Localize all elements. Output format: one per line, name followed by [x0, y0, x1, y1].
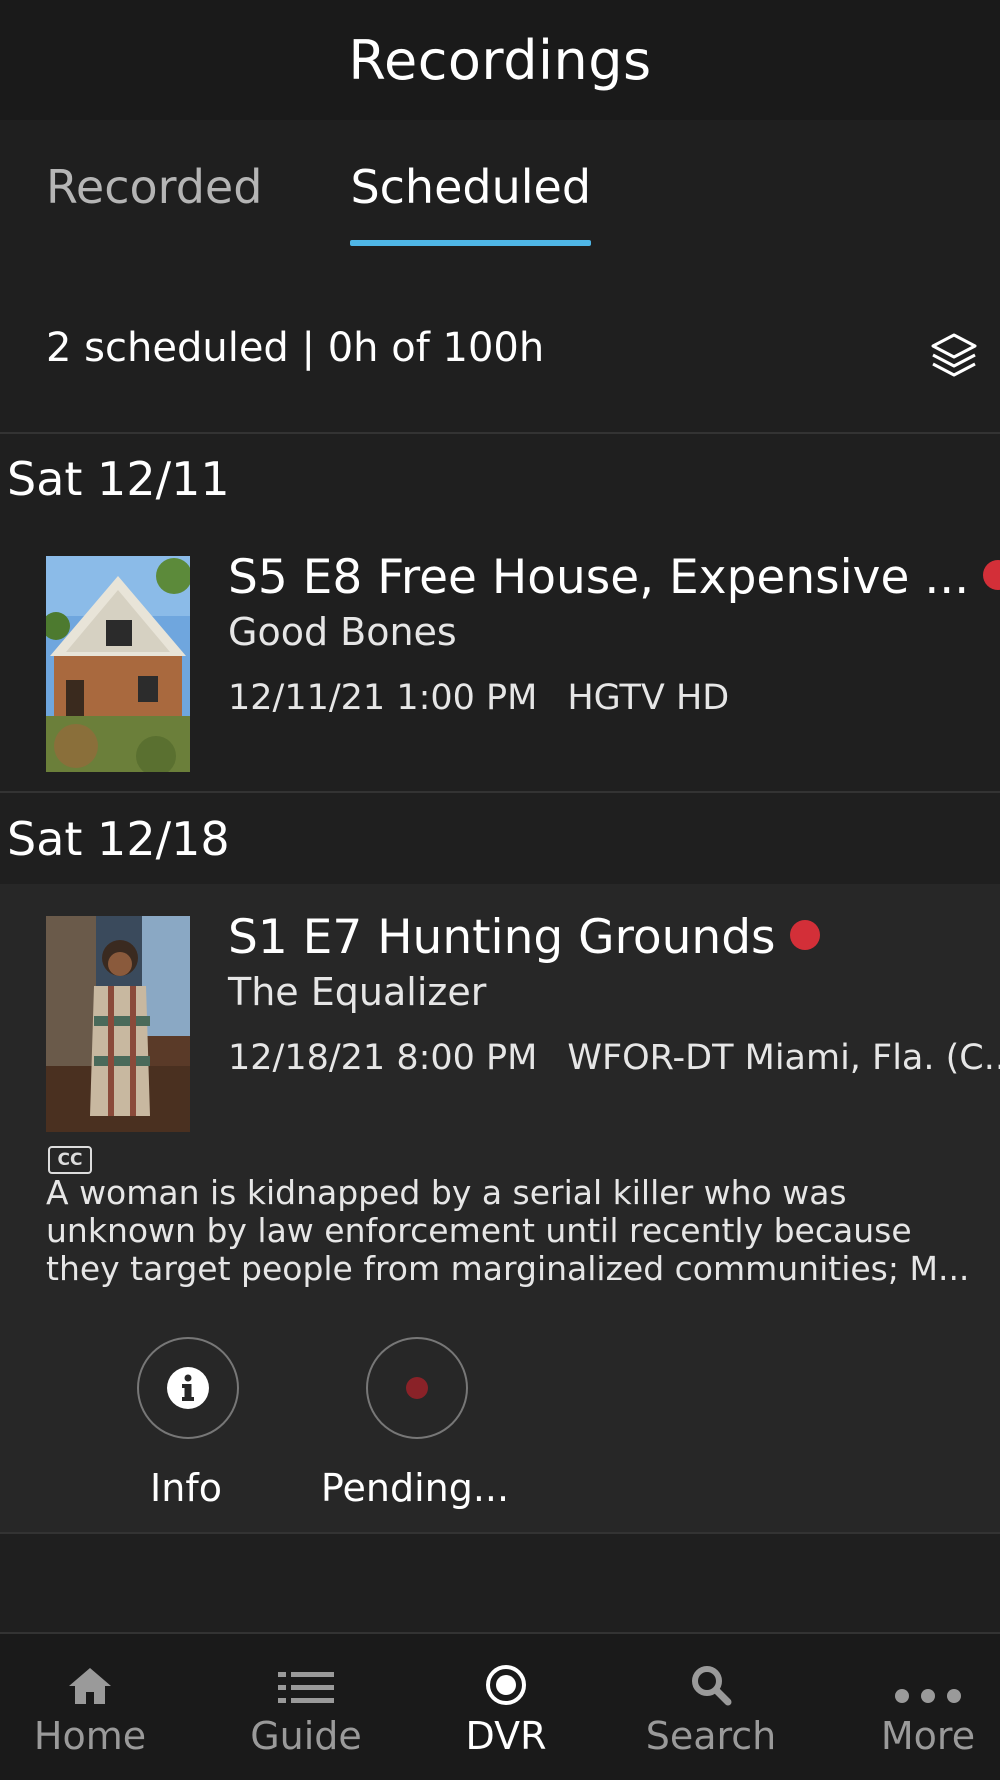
closed-captions-badge: CC — [48, 1146, 92, 1174]
recording-status-dot — [983, 559, 1000, 590]
info-icon — [167, 1367, 209, 1409]
divider — [0, 1532, 1000, 1534]
nav-home[interactable]: Home — [20, 1634, 160, 1780]
scheduled-summary: 2 scheduled | 0h of 100h — [46, 325, 545, 371]
guide-list-icon — [278, 1672, 334, 1703]
nav-more[interactable]: More — [858, 1634, 998, 1780]
air-datetime: 12/11/21 1:00 PM — [228, 678, 538, 718]
airing-info: 12/18/21 8:00 PM WFOR-DT Miami, Fla. (C..… — [228, 1038, 1000, 1078]
air-datetime: 12/18/21 8:00 PM — [228, 1038, 538, 1078]
divider — [0, 432, 1000, 434]
nav-search-label: Search — [645, 1714, 777, 1758]
program-thumbnail — [46, 556, 190, 772]
pending-label: Pending... — [320, 1466, 510, 1510]
nav-guide[interactable]: Guide — [236, 1634, 376, 1780]
episode-description: A woman is kidnapped by a serial killer … — [46, 1173, 970, 1288]
pending-record-button[interactable] — [366, 1337, 468, 1439]
nav-dvr-label: DVR — [465, 1714, 547, 1758]
tab-recorded[interactable]: Recorded — [46, 160, 262, 240]
record-icon — [406, 1377, 428, 1399]
date-header: Sat 12/11 — [7, 452, 230, 506]
layers-icon[interactable] — [928, 330, 980, 382]
more-dots-icon — [895, 1689, 961, 1703]
show-name: The Equalizer — [228, 970, 487, 1014]
channel-name: WFOR-DT Miami, Fla. (C... — [567, 1038, 1000, 1078]
bottom-navigation: Home Guide DVR Search More — [0, 1632, 1000, 1780]
search-icon — [692, 1666, 732, 1706]
nav-guide-label: Guide — [250, 1714, 362, 1758]
info-button[interactable] — [137, 1337, 239, 1439]
nav-search[interactable]: Search — [636, 1634, 786, 1780]
episode-title: S5 E8 Free House, Expensive ... — [228, 550, 1000, 605]
nav-dvr[interactable]: DVR — [436, 1634, 576, 1780]
recording-item[interactable]: S1 E7 Hunting Grounds The Equalizer 12/1… — [0, 900, 1000, 1150]
airing-info: 12/11/21 1:00 PM HGTV HD — [228, 678, 729, 718]
show-name: Good Bones — [228, 610, 457, 654]
divider — [0, 791, 1000, 793]
nav-more-label: More — [880, 1714, 976, 1758]
page-title: Recordings — [348, 28, 652, 92]
recordings-tabs: Recorded Scheduled — [46, 160, 591, 246]
channel-name: HGTV HD — [567, 678, 730, 718]
nav-home-label: Home — [33, 1714, 147, 1758]
dvr-record-icon — [486, 1665, 526, 1705]
program-thumbnail — [46, 916, 190, 1132]
date-header: Sat 12/18 — [7, 812, 230, 866]
recording-status-dot — [789, 919, 820, 950]
episode-title: S1 E7 Hunting Grounds — [228, 910, 820, 965]
tab-scheduled[interactable]: Scheduled — [350, 160, 591, 246]
info-label: Info — [150, 1466, 222, 1510]
recording-item[interactable]: S5 E8 Free House, Expensive ... Good Bon… — [0, 540, 1000, 790]
home-icon — [69, 1668, 111, 1704]
app-header: Recordings — [0, 0, 1000, 120]
